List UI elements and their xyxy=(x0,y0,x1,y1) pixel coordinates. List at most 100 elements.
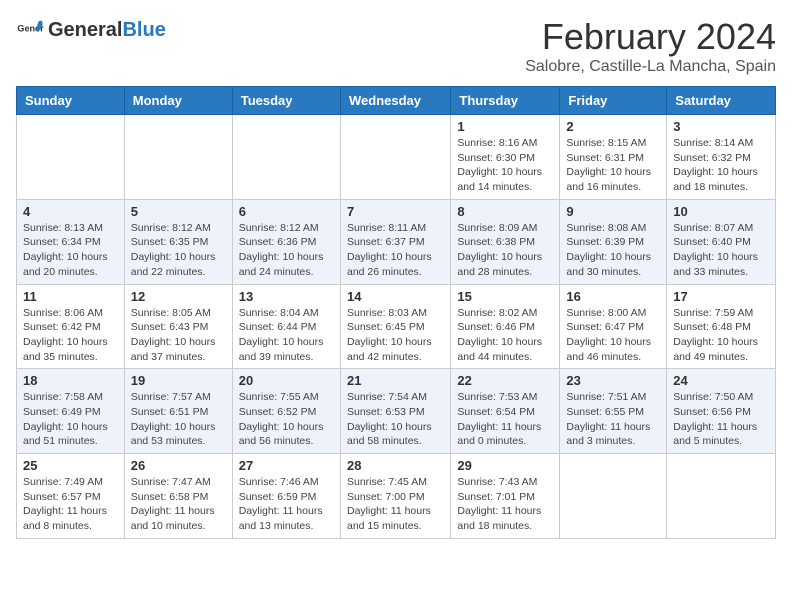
table-row: 14 Sunrise: 8:03 AM Sunset: 6:45 PM Dayli… xyxy=(340,284,450,369)
table-row: 22Sunrise: 7:53 AM Sunset: 6:54 PM Dayli… xyxy=(451,369,560,454)
day-number: 16 xyxy=(566,289,660,304)
col-friday: Friday xyxy=(560,87,667,115)
table-row: 26 Sunrise: 7:47 AM Sunset: 6:58 PM Dayli… xyxy=(124,454,232,539)
day-number: 24 xyxy=(673,373,769,388)
table-row xyxy=(232,115,340,200)
logo: General GeneralBlue xyxy=(16,16,166,44)
day-info: Sunrise: 8:11 AM Sunset: 6:37 PM Dayligh… xyxy=(347,221,444,280)
day-number: 7 xyxy=(347,204,444,219)
table-row: 3 Sunrise: 8:14 AM Sunset: 6:32 PM Daylig… xyxy=(667,115,776,200)
day-number: 22 xyxy=(457,373,553,388)
col-thursday: Thursday xyxy=(451,87,560,115)
table-row: 24 Sunrise: 7:50 AM Sunset: 6:56 PM Dayli… xyxy=(667,369,776,454)
day-info: Sunrise: 7:54 AM Sunset: 6:53 PM Dayligh… xyxy=(347,390,444,449)
day-number: 23 xyxy=(566,373,660,388)
table-row xyxy=(17,115,125,200)
day-info: Sunrise: 7:57 AM Sunset: 6:51 PM Dayligh… xyxy=(131,390,226,449)
table-row xyxy=(667,454,776,539)
col-sunday: Sunday xyxy=(17,87,125,115)
day-info: Sunrise: 7:43 AM Sunset: 7:01 PM Dayligh… xyxy=(457,475,553,534)
table-row: 21 Sunrise: 7:54 AM Sunset: 6:53 PM Dayli… xyxy=(340,369,450,454)
day-info: Sunrise: 8:05 AM Sunset: 6:43 PM Dayligh… xyxy=(131,306,226,365)
calendar-table: Sunday Monday Tuesday Wednesday Thursday… xyxy=(16,86,776,539)
day-info: Sunrise: 7:51 AM Sunset: 6:55 PM Dayligh… xyxy=(566,390,660,449)
day-number: 10 xyxy=(673,204,769,219)
col-tuesday: Tuesday xyxy=(232,87,340,115)
month-title: February 2024 xyxy=(525,16,776,58)
table-row: 5Sunrise: 8:12 AM Sunset: 6:35 PM Daylig… xyxy=(124,199,232,284)
col-saturday: Saturday xyxy=(667,87,776,115)
day-number: 26 xyxy=(131,458,226,473)
location-title: Salobre, Castille-La Mancha, Spain xyxy=(525,58,776,76)
day-info: Sunrise: 7:47 AM Sunset: 6:58 PM Dayligh… xyxy=(131,475,226,534)
day-info: Sunrise: 8:15 AM Sunset: 6:31 PM Dayligh… xyxy=(566,136,660,195)
table-row: 29 Sunrise: 7:43 AM Sunset: 7:01 PM Dayli… xyxy=(451,454,560,539)
day-number: 5 xyxy=(131,204,226,219)
day-number: 25 xyxy=(23,458,118,473)
weekday-header-row: Sunday Monday Tuesday Wednesday Thursday… xyxy=(17,87,776,115)
table-row xyxy=(560,454,667,539)
table-row: 28 Sunrise: 7:45 AM Sunset: 7:00 PM Dayli… xyxy=(340,454,450,539)
day-number: 9 xyxy=(566,204,660,219)
day-number: 20 xyxy=(239,373,334,388)
table-row: 11Sunrise: 8:06 AM Sunset: 6:42 PM Dayli… xyxy=(17,284,125,369)
calendar-week-row: 25 Sunrise: 7:49 AM Sunset: 6:57 PM Dayli… xyxy=(17,454,776,539)
day-info: Sunrise: 8:07 AM Sunset: 6:40 PM Dayligh… xyxy=(673,221,769,280)
day-info: Sunrise: 8:03 AM Sunset: 6:45 PM Dayligh… xyxy=(347,306,444,365)
day-info: Sunrise: 8:06 AM Sunset: 6:42 PM Dayligh… xyxy=(23,306,118,365)
table-row xyxy=(340,115,450,200)
table-row: 6 Sunrise: 8:12 AM Sunset: 6:36 PM Daylig… xyxy=(232,199,340,284)
table-row: 16 Sunrise: 8:00 AM Sunset: 6:47 PM Dayli… xyxy=(560,284,667,369)
day-info: Sunrise: 8:12 AM Sunset: 6:36 PM Dayligh… xyxy=(239,221,334,280)
calendar-week-row: 11Sunrise: 8:06 AM Sunset: 6:42 PM Dayli… xyxy=(17,284,776,369)
day-info: Sunrise: 8:02 AM Sunset: 6:46 PM Dayligh… xyxy=(457,306,553,365)
table-row: 2 Sunrise: 8:15 AM Sunset: 6:31 PM Daylig… xyxy=(560,115,667,200)
day-info: Sunrise: 7:49 AM Sunset: 6:57 PM Dayligh… xyxy=(23,475,118,534)
day-info: Sunrise: 7:50 AM Sunset: 6:56 PM Dayligh… xyxy=(673,390,769,449)
table-row: 20 Sunrise: 7:55 AM Sunset: 6:52 PM Dayli… xyxy=(232,369,340,454)
day-number: 14 xyxy=(347,289,444,304)
logo-blue: Blue xyxy=(122,19,165,41)
day-info: Sunrise: 7:58 AM Sunset: 6:49 PM Dayligh… xyxy=(23,390,118,449)
table-row: 13Sunrise: 8:04 AM Sunset: 6:44 PM Dayli… xyxy=(232,284,340,369)
day-info: Sunrise: 7:46 AM Sunset: 6:59 PM Dayligh… xyxy=(239,475,334,534)
table-row: 7 Sunrise: 8:11 AM Sunset: 6:37 PM Daylig… xyxy=(340,199,450,284)
day-number: 17 xyxy=(673,289,769,304)
day-number: 19 xyxy=(131,373,226,388)
day-number: 29 xyxy=(457,458,553,473)
day-info: Sunrise: 8:13 AM Sunset: 6:34 PM Dayligh… xyxy=(23,221,118,280)
day-number: 18 xyxy=(23,373,118,388)
day-number: 8 xyxy=(457,204,553,219)
day-info: Sunrise: 7:45 AM Sunset: 7:00 PM Dayligh… xyxy=(347,475,444,534)
col-wednesday: Wednesday xyxy=(340,87,450,115)
calendar-week-row: 1Sunrise: 8:16 AM Sunset: 6:30 PM Daylig… xyxy=(17,115,776,200)
day-number: 13 xyxy=(239,289,334,304)
day-number: 21 xyxy=(347,373,444,388)
table-row xyxy=(124,115,232,200)
table-row: 27 Sunrise: 7:46 AM Sunset: 6:59 PM Dayli… xyxy=(232,454,340,539)
table-row: 25 Sunrise: 7:49 AM Sunset: 6:57 PM Dayli… xyxy=(17,454,125,539)
day-number: 2 xyxy=(566,119,660,134)
table-row: 1Sunrise: 8:16 AM Sunset: 6:30 PM Daylig… xyxy=(451,115,560,200)
title-block: February 2024 Salobre, Castille-La Manch… xyxy=(525,16,776,76)
table-row: 10 Sunrise: 8:07 AM Sunset: 6:40 PM Dayli… xyxy=(667,199,776,284)
day-number: 15 xyxy=(457,289,553,304)
table-row: 4 Sunrise: 8:13 AM Sunset: 6:34 PM Daylig… xyxy=(17,199,125,284)
logo-icon: General xyxy=(16,16,44,44)
day-info: Sunrise: 8:14 AM Sunset: 6:32 PM Dayligh… xyxy=(673,136,769,195)
day-number: 4 xyxy=(23,204,118,219)
table-row: 18 Sunrise: 7:58 AM Sunset: 6:49 PM Dayli… xyxy=(17,369,125,454)
day-number: 27 xyxy=(239,458,334,473)
day-number: 3 xyxy=(673,119,769,134)
day-info: Sunrise: 8:00 AM Sunset: 6:47 PM Dayligh… xyxy=(566,306,660,365)
day-info: Sunrise: 8:09 AM Sunset: 6:38 PM Dayligh… xyxy=(457,221,553,280)
day-number: 6 xyxy=(239,204,334,219)
col-monday: Monday xyxy=(124,87,232,115)
table-row: 17Sunrise: 7:59 AM Sunset: 6:48 PM Dayli… xyxy=(667,284,776,369)
calendar-week-row: 18 Sunrise: 7:58 AM Sunset: 6:49 PM Dayli… xyxy=(17,369,776,454)
day-info: Sunrise: 7:55 AM Sunset: 6:52 PM Dayligh… xyxy=(239,390,334,449)
day-info: Sunrise: 8:08 AM Sunset: 6:39 PM Dayligh… xyxy=(566,221,660,280)
page-header: General GeneralBlue February 2024 Salobr… xyxy=(16,16,776,76)
calendar-week-row: 4 Sunrise: 8:13 AM Sunset: 6:34 PM Daylig… xyxy=(17,199,776,284)
day-number: 28 xyxy=(347,458,444,473)
